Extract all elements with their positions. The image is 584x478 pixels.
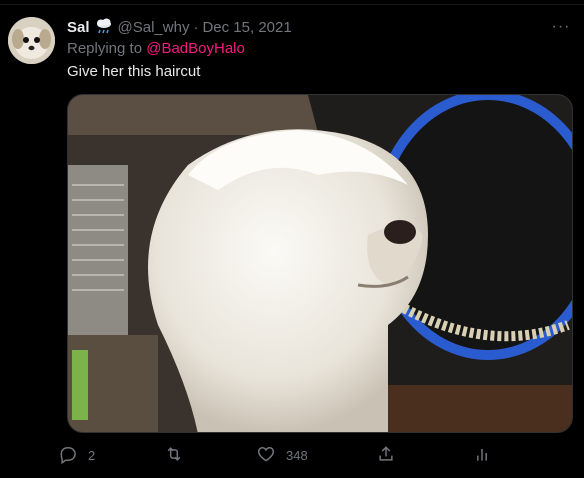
replying-prefix: Replying to xyxy=(67,40,147,57)
author-name[interactable]: Sal xyxy=(67,19,90,36)
separator-dot: · xyxy=(193,18,199,36)
reply-mention-link[interactable]: @BadBoyHalo xyxy=(146,40,245,57)
share-icon xyxy=(376,444,396,467)
reply-button[interactable]: 2 xyxy=(58,444,164,467)
tweet-text: Give her this haircut xyxy=(67,63,201,80)
share-button[interactable] xyxy=(376,444,472,467)
author-handle[interactable]: @Sal_why xyxy=(118,19,190,36)
tweet-actions: 2 348 xyxy=(58,443,498,467)
tweet-date[interactable]: Dec 15, 2021 xyxy=(202,19,291,36)
tweet-header: Sal @Sal_why · Dec 15, 2021 xyxy=(67,17,544,37)
analytics-icon xyxy=(472,444,492,467)
cloud-rain-icon xyxy=(94,18,114,36)
retweet-icon xyxy=(164,444,184,467)
analytics-button[interactable] xyxy=(472,444,498,467)
tweet-media-image[interactable] xyxy=(67,94,573,433)
reply-icon xyxy=(58,444,78,467)
retweet-button[interactable] xyxy=(164,444,256,467)
heart-icon xyxy=(256,444,276,467)
more-options-icon[interactable]: ··· xyxy=(548,16,574,38)
reply-count: 2 xyxy=(88,447,96,463)
like-button[interactable]: 348 xyxy=(256,444,376,467)
replying-to: Replying to @BadBoyHalo xyxy=(67,40,245,57)
avatar[interactable] xyxy=(8,17,55,64)
like-count: 348 xyxy=(286,447,308,463)
top-border xyxy=(0,0,584,5)
